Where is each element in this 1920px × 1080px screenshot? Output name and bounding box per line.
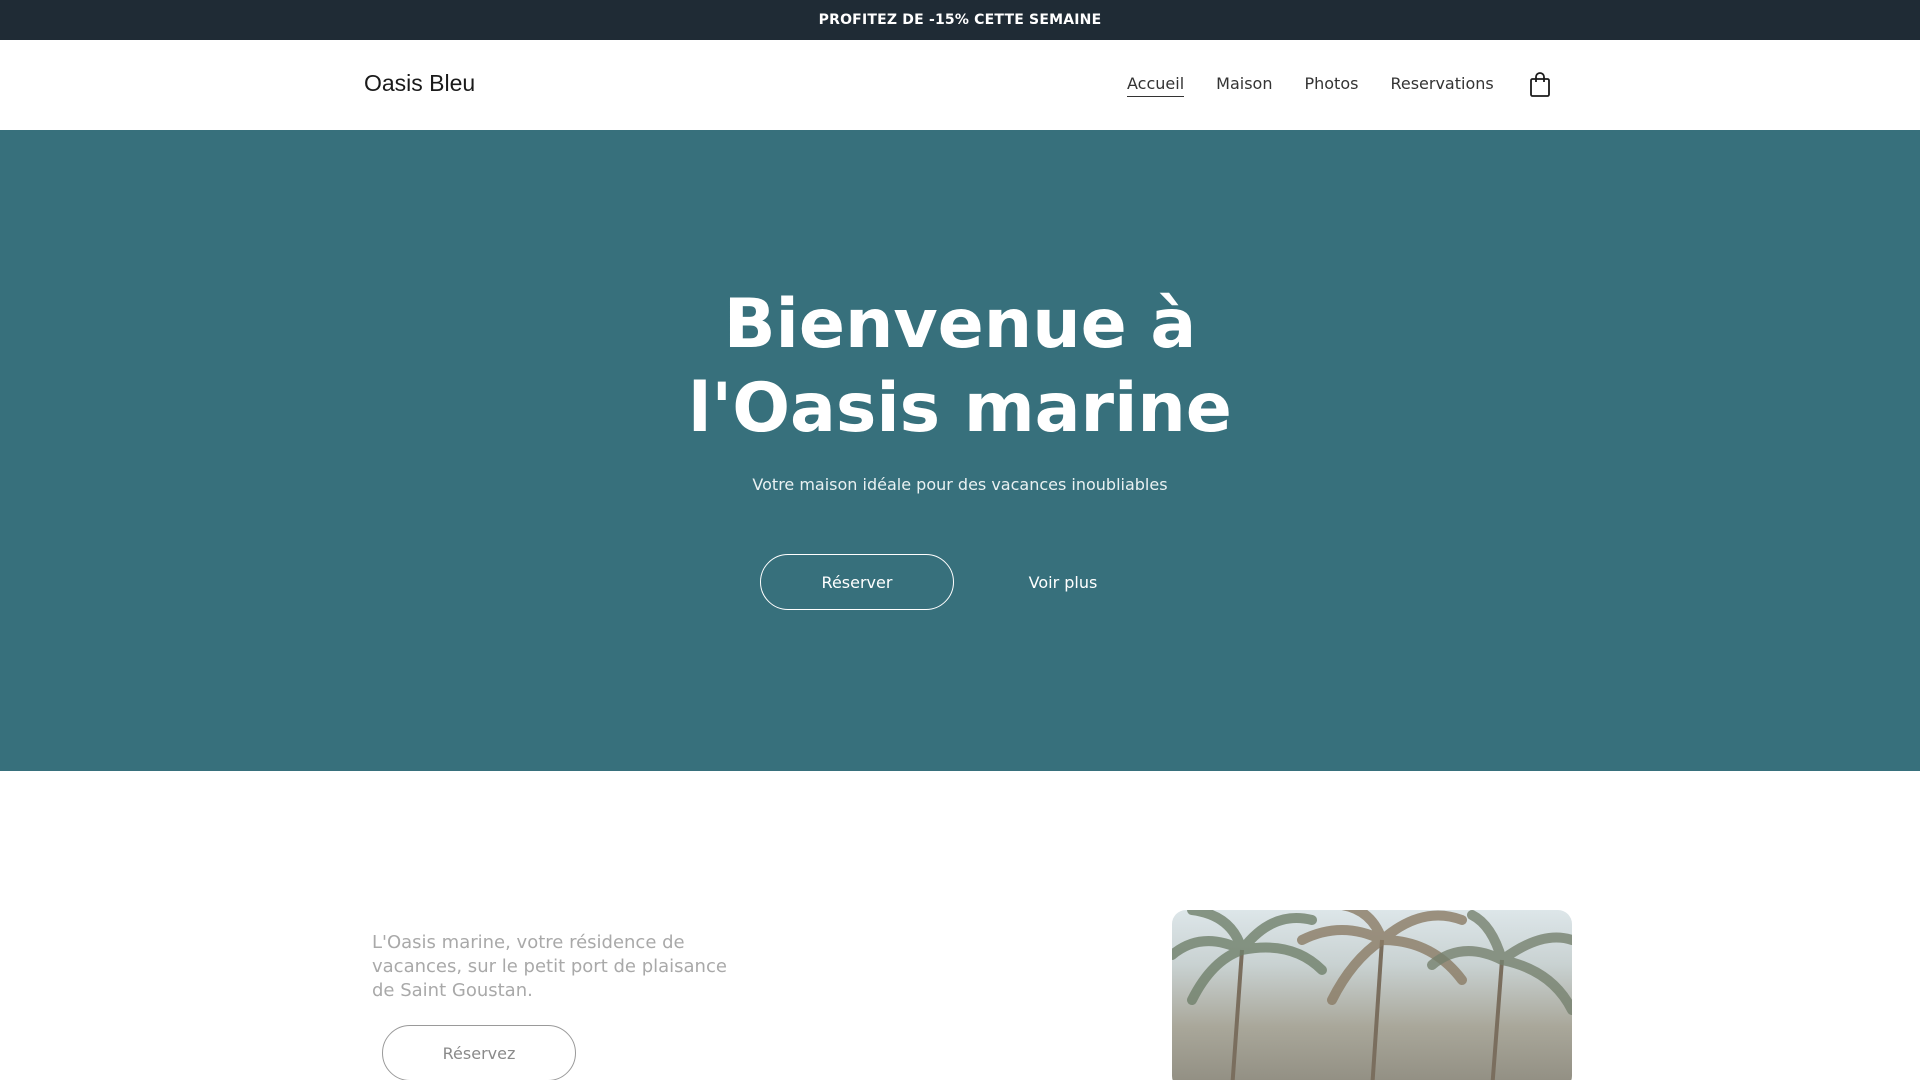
hero-subtitle: Votre maison idéale pour des vacances in… (752, 475, 1168, 494)
shopping-bag-icon[interactable] (1528, 72, 1552, 98)
hero-title-line-2: l'Oasis marine (688, 369, 1232, 448)
nav-link-photos[interactable]: Photos (1304, 74, 1358, 96)
reserver-button[interactable]: Réserver (760, 554, 954, 610)
hero-title-line-1: Bienvenue à (723, 285, 1197, 364)
site-logo[interactable]: Oasis Bleu (364, 70, 475, 97)
nav-link-reservations[interactable]: Reservations (1390, 74, 1493, 96)
voir-plus-button[interactable]: Voir plus (980, 554, 1146, 610)
site-header: Oasis Bleu (0, 40, 1920, 130)
hero-title: Bienvenue à l'Oasis marine (0, 283, 1920, 451)
hero-section: Bienvenue à l'Oasis marine Votre maison … (0, 130, 1920, 771)
intro-text: L'Oasis marine, votre résidence de vacan… (372, 932, 727, 1001)
main-nav: Accueil Maison Photos Reservations (1127, 72, 1552, 98)
nav-link-accueil[interactable]: Accueil (1127, 74, 1185, 97)
nav-link-maison[interactable]: Maison (1216, 74, 1272, 96)
reservez-button[interactable]: Réservez (382, 1025, 576, 1080)
promo-text: PROFITEZ DE -15% CETTE SEMAINE (818, 12, 1102, 28)
palm-trees-photo (1172, 910, 1572, 1080)
promo-bar: PROFITEZ DE -15% CETTE SEMAINE (0, 0, 1920, 40)
